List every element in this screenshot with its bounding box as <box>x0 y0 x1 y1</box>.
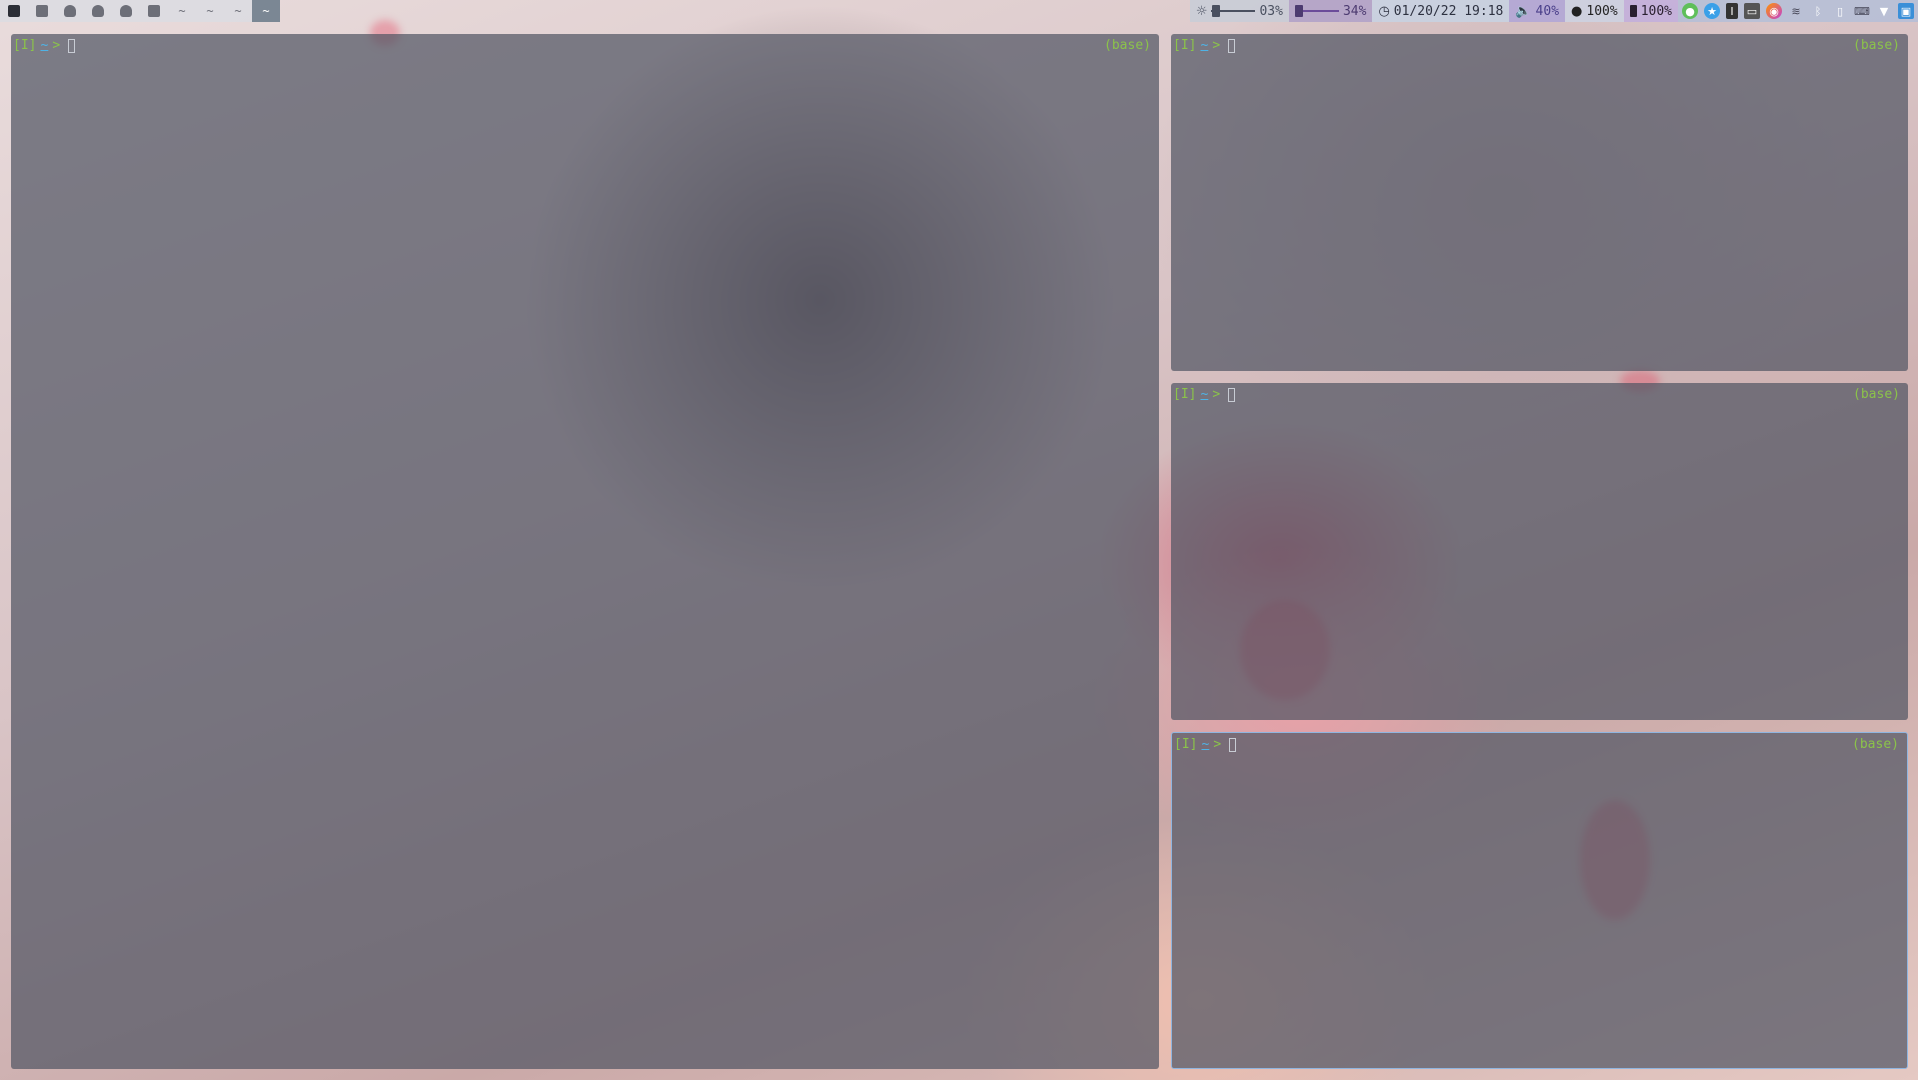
brightness-value: 03% <box>1259 3 1283 19</box>
ghost-icon <box>120 5 132 17</box>
workspace-5[interactable] <box>112 0 140 22</box>
volume-module[interactable]: 🔈 40% <box>1509 0 1566 22</box>
battery-value: 100% <box>1640 3 1672 19</box>
battery-icon <box>1629 5 1637 17</box>
vi-mode-indicator: [I] <box>1173 38 1197 53</box>
conda-env: (base) <box>1853 387 1900 402</box>
status-modules: ☼ 03% 34% ◷ 01/20/22 19:18 🔈 40% ● 100% … <box>1189 0 1918 22</box>
text-cursor <box>1229 737 1237 752</box>
conda-env: (base) <box>1853 38 1900 53</box>
volume-value: 40% <box>1535 3 1560 19</box>
cwd: ~ <box>1200 387 1209 402</box>
printer-tray-icon[interactable]: ▭ <box>1744 3 1760 19</box>
workspace-label: ~ <box>206 4 214 18</box>
top-bar: ~ ~ ~ ~ ☼ 03% 34% ◷ 01/20/22 19:18 🔈 40%… <box>0 0 1918 22</box>
firefox-tray-icon[interactable]: ◉ <box>1766 3 1782 19</box>
workspace-10[interactable]: ~ <box>252 0 280 22</box>
prompt-arrow: > <box>1213 737 1222 752</box>
cwd: ~ <box>1201 737 1210 752</box>
wechat-tray-icon[interactable]: ● <box>1682 3 1698 19</box>
text-cursor <box>1228 387 1236 402</box>
terminal-icon <box>8 5 20 17</box>
conda-env: (base) <box>1852 737 1899 752</box>
network-tray-icon[interactable]: ▼ <box>1876 3 1892 19</box>
keyboard-tray-icon[interactable]: ⌨ <box>1854 3 1870 19</box>
workspace-2[interactable] <box>28 0 56 22</box>
shell-prompt: [I] ~ > <box>1174 737 1237 752</box>
speaker-icon: 🔈 <box>1515 3 1532 19</box>
shell-prompt: [I] ~ > <box>13 38 76 53</box>
wechat-icon <box>92 5 104 17</box>
workspace-4[interactable] <box>84 0 112 22</box>
workspace-3[interactable] <box>56 0 84 22</box>
star-tray-icon[interactable]: ★ <box>1704 3 1720 19</box>
memory-value: 34% <box>1342 3 1367 19</box>
workspace-1[interactable] <box>0 0 28 22</box>
workspace-switcher: ~ ~ ~ ~ <box>0 0 280 22</box>
system-tray: ● ★ I ▭ ◉ ≋ ᛒ ▯ ⌨ ▼ ▣ <box>1678 0 1918 22</box>
battery-module[interactable]: 100% <box>1623 0 1678 22</box>
cwd: ~ <box>40 38 49 53</box>
bluetooth-tray-icon[interactable]: ᛒ <box>1810 3 1826 19</box>
display-tray-icon[interactable]: ▣ <box>1898 3 1914 19</box>
brightness-slider[interactable] <box>1211 5 1256 17</box>
shell-prompt: [I] ~ > <box>1173 387 1236 402</box>
cpu-icon: ● <box>1571 3 1583 19</box>
cpu-module[interactable]: ● 100% <box>1565 0 1624 22</box>
workspace-9[interactable]: ~ <box>224 0 252 22</box>
wifi-tray-icon[interactable]: ≋ <box>1788 3 1804 19</box>
vi-mode-indicator: [I] <box>13 38 37 53</box>
text-cursor <box>68 38 76 53</box>
memory-module[interactable]: 34% <box>1288 0 1373 22</box>
layout-icon <box>148 5 160 17</box>
music-icon <box>36 5 48 17</box>
prompt-arrow: > <box>52 38 61 53</box>
brightness-module[interactable]: ☼ 03% <box>1189 0 1289 22</box>
datetime-text: 01/20/22 19:18 <box>1393 3 1504 19</box>
terminal-window-middle-right[interactable]: [I] ~ > (base) <box>1171 383 1908 720</box>
workspace-7[interactable]: ~ <box>168 0 196 22</box>
clock-icon: ◷ <box>1378 3 1390 19</box>
workspace-label: ~ <box>178 4 186 18</box>
vi-mode-indicator: [I] <box>1174 737 1198 752</box>
prompt-arrow: > <box>1212 38 1221 53</box>
qq-icon <box>64 5 76 17</box>
text-cursor <box>1228 38 1236 53</box>
workspace-label: ~ <box>262 4 270 18</box>
cwd: ~ <box>1200 38 1209 53</box>
terminal-window-bottom-right[interactable]: [I] ~ > (base) <box>1171 732 1908 1069</box>
conda-env: (base) <box>1104 38 1151 53</box>
workspace-8[interactable]: ~ <box>196 0 224 22</box>
terminal-window-main[interactable]: [I] ~ > (base) <box>11 34 1159 1069</box>
prompt-arrow: > <box>1212 387 1221 402</box>
clock-module[interactable]: ◷ 01/20/22 19:18 <box>1372 0 1510 22</box>
shell-prompt: [I] ~ > <box>1173 38 1236 53</box>
brightness-icon: ☼ <box>1195 3 1208 19</box>
cpu-value: 100% <box>1586 3 1618 19</box>
ime-tray-icon[interactable]: I <box>1726 3 1738 19</box>
usb-tray-icon[interactable]: ▯ <box>1832 3 1848 19</box>
vi-mode-indicator: [I] <box>1173 387 1197 402</box>
workspace-label: ~ <box>234 4 242 18</box>
memory-slider <box>1294 5 1339 17</box>
terminal-window-top-right[interactable]: [I] ~ > (base) <box>1171 34 1908 371</box>
workspace-6[interactable] <box>140 0 168 22</box>
